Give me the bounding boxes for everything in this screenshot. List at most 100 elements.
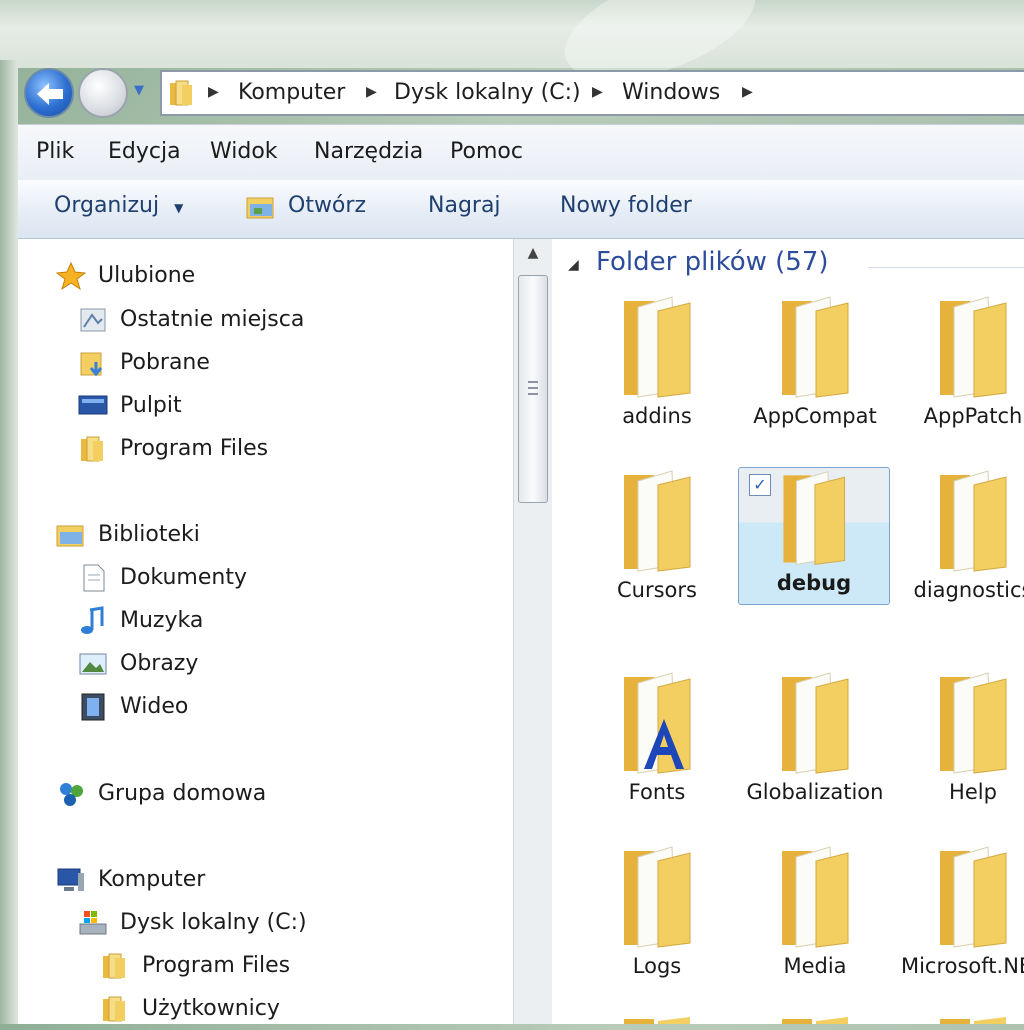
hard-drive-icon	[79, 911, 107, 935]
menu-help[interactable]: Pomoc	[450, 139, 523, 164]
group-divider	[868, 267, 1024, 268]
document-icon	[83, 564, 105, 592]
collapse-arrow-icon[interactable]: ◢	[568, 257, 579, 273]
nav-label: Dysk lokalny (C:)	[120, 910, 307, 935]
breadcrumb-arrow[interactable]: ▶	[366, 84, 377, 100]
breadcrumb-arrow[interactable]: ▶	[208, 84, 219, 100]
folder-item[interactable]: diagnostics	[898, 467, 1024, 605]
folder-item[interactable]: AppCompat	[740, 293, 890, 431]
burn-button[interactable]: Nagraj	[428, 193, 501, 218]
nav-label: Wideo	[120, 694, 189, 719]
nav-label: Ostatnie miejsca	[120, 307, 305, 332]
folder-icon	[103, 996, 125, 1022]
breadcrumb-arrow[interactable]: ▶	[592, 84, 603, 100]
breadcrumb-arrow[interactable]: ▶	[742, 84, 753, 100]
back-button[interactable]	[24, 68, 74, 118]
libraries-icon	[56, 525, 84, 547]
folder-icon	[940, 846, 1007, 948]
folder-item[interactable]: addins	[582, 293, 732, 431]
nav-label: Ulubione	[98, 263, 196, 288]
nav-label: Program Files	[120, 436, 269, 461]
folder-item[interactable]: Microsoft.NET	[898, 843, 1024, 981]
folder-name: debug	[776, 571, 852, 595]
breadcrumb-local-disk[interactable]: Dysk lokalny (C:)	[394, 80, 581, 105]
breadcrumb-windows[interactable]: Windows	[622, 80, 720, 105]
folder-icon-partial	[782, 1017, 848, 1024]
folder-item[interactable]: Fonts	[582, 669, 732, 807]
folder-icon	[170, 80, 192, 106]
organize-button[interactable]: Organizuj ▼	[54, 193, 183, 218]
menu-tools[interactable]: Narzędzia	[314, 139, 423, 164]
downloads-folder-icon	[80, 352, 103, 377]
nav-label: Pobrane	[120, 350, 210, 375]
open-button[interactable]: Otwórz	[288, 193, 366, 218]
folder-name: Fonts	[628, 780, 686, 804]
folder-name: Cursors	[617, 578, 697, 602]
folder-icon	[782, 846, 849, 948]
nav-label: Dokumenty	[120, 565, 247, 590]
folder-icon	[783, 471, 846, 565]
new-folder-button[interactable]: Nowy folder	[560, 193, 692, 218]
recent-pages-dropdown[interactable]: ▼	[134, 84, 148, 98]
menu-view[interactable]: Widok	[210, 139, 278, 164]
video-icon	[81, 693, 105, 721]
menu-file[interactable]: Plik	[36, 139, 74, 164]
folder-icon	[940, 470, 1007, 572]
nav-label: Użytkownicy	[142, 996, 280, 1021]
folder-name: Help	[949, 780, 997, 804]
desktop-icon	[78, 395, 108, 415]
folder-icon	[103, 953, 125, 979]
folder-item-selected[interactable]: ✓ debug	[738, 467, 890, 605]
organize-label: Organizuj	[54, 193, 160, 218]
folder-item[interactable]: AppPatch	[898, 293, 1024, 431]
address-row: ▼ ▶ Komputer ▶ Dysk lokalny (C:) ▶ Windo…	[18, 62, 1024, 122]
address-bar[interactable]: ▶ Komputer ▶ Dysk lokalny (C:) ▶ Windows…	[160, 70, 1024, 116]
scroll-thumb[interactable]	[518, 275, 548, 503]
folder-name: Logs	[632, 954, 682, 978]
navigation-pane: Ulubione Ostatnie miejsca Pobrane Pulpit…	[18, 239, 513, 1024]
scroll-grip-icon	[528, 381, 538, 395]
folder-icon-partial	[940, 1017, 1006, 1024]
folder-icon-partial	[624, 1017, 690, 1024]
nav-label: Grupa domowa	[98, 781, 267, 806]
folder-name: addins	[622, 404, 692, 428]
folder-icon	[81, 436, 103, 462]
fonts-folder-icon	[624, 672, 691, 774]
nav-label: Komputer	[98, 867, 206, 892]
folder-name: diagnostics	[913, 578, 1024, 602]
window-frame-top	[0, 0, 1024, 68]
window-frame-left	[0, 60, 18, 1024]
folder-item[interactable]: Help	[898, 669, 1024, 807]
chevron-down-icon: ▼	[174, 201, 184, 215]
folder-item[interactable]: Globalization	[740, 669, 890, 807]
folder-name: Media	[783, 954, 847, 978]
command-bar: Organizuj ▼ Otwórz Nagraj Nowy folder	[18, 180, 1024, 239]
nav-label: Obrazy	[120, 651, 199, 676]
pictures-icon	[79, 653, 107, 675]
file-list-pane: ◢ Folder plików (57) addins AppCompat Ap…	[552, 239, 1024, 1024]
homegroup-icon	[60, 783, 83, 806]
star-icon	[56, 261, 86, 291]
nav-label: Muzyka	[120, 608, 204, 633]
scroll-up-arrow[interactable]: ▲	[514, 245, 552, 269]
folder-name: Globalization	[746, 780, 884, 804]
folder-item[interactable]: Cursors	[582, 467, 732, 605]
folder-item[interactable]: Media	[740, 843, 890, 981]
nav-label: Program Files	[142, 953, 291, 978]
folder-item[interactable]: Logs	[582, 843, 732, 981]
folder-icon	[940, 296, 1007, 398]
folder-name: AppPatch	[923, 404, 1023, 428]
group-title: Folder plików (57)	[596, 247, 829, 277]
open-folder-icon	[246, 197, 274, 219]
breadcrumb-computer[interactable]: Komputer	[238, 80, 345, 105]
folder-name: AppCompat	[753, 404, 877, 428]
nav-label: Pulpit	[120, 393, 182, 418]
checkbox-checked-icon[interactable]: ✓	[749, 474, 771, 496]
forward-button[interactable]	[78, 68, 128, 118]
music-note-icon	[81, 606, 104, 634]
nav-pane-scrollbar[interactable]: ▲	[513, 239, 553, 1024]
recent-places-icon	[80, 308, 106, 332]
folder-icon	[624, 296, 691, 398]
menu-edit[interactable]: Edycja	[108, 139, 181, 164]
folder-icon	[624, 470, 691, 572]
